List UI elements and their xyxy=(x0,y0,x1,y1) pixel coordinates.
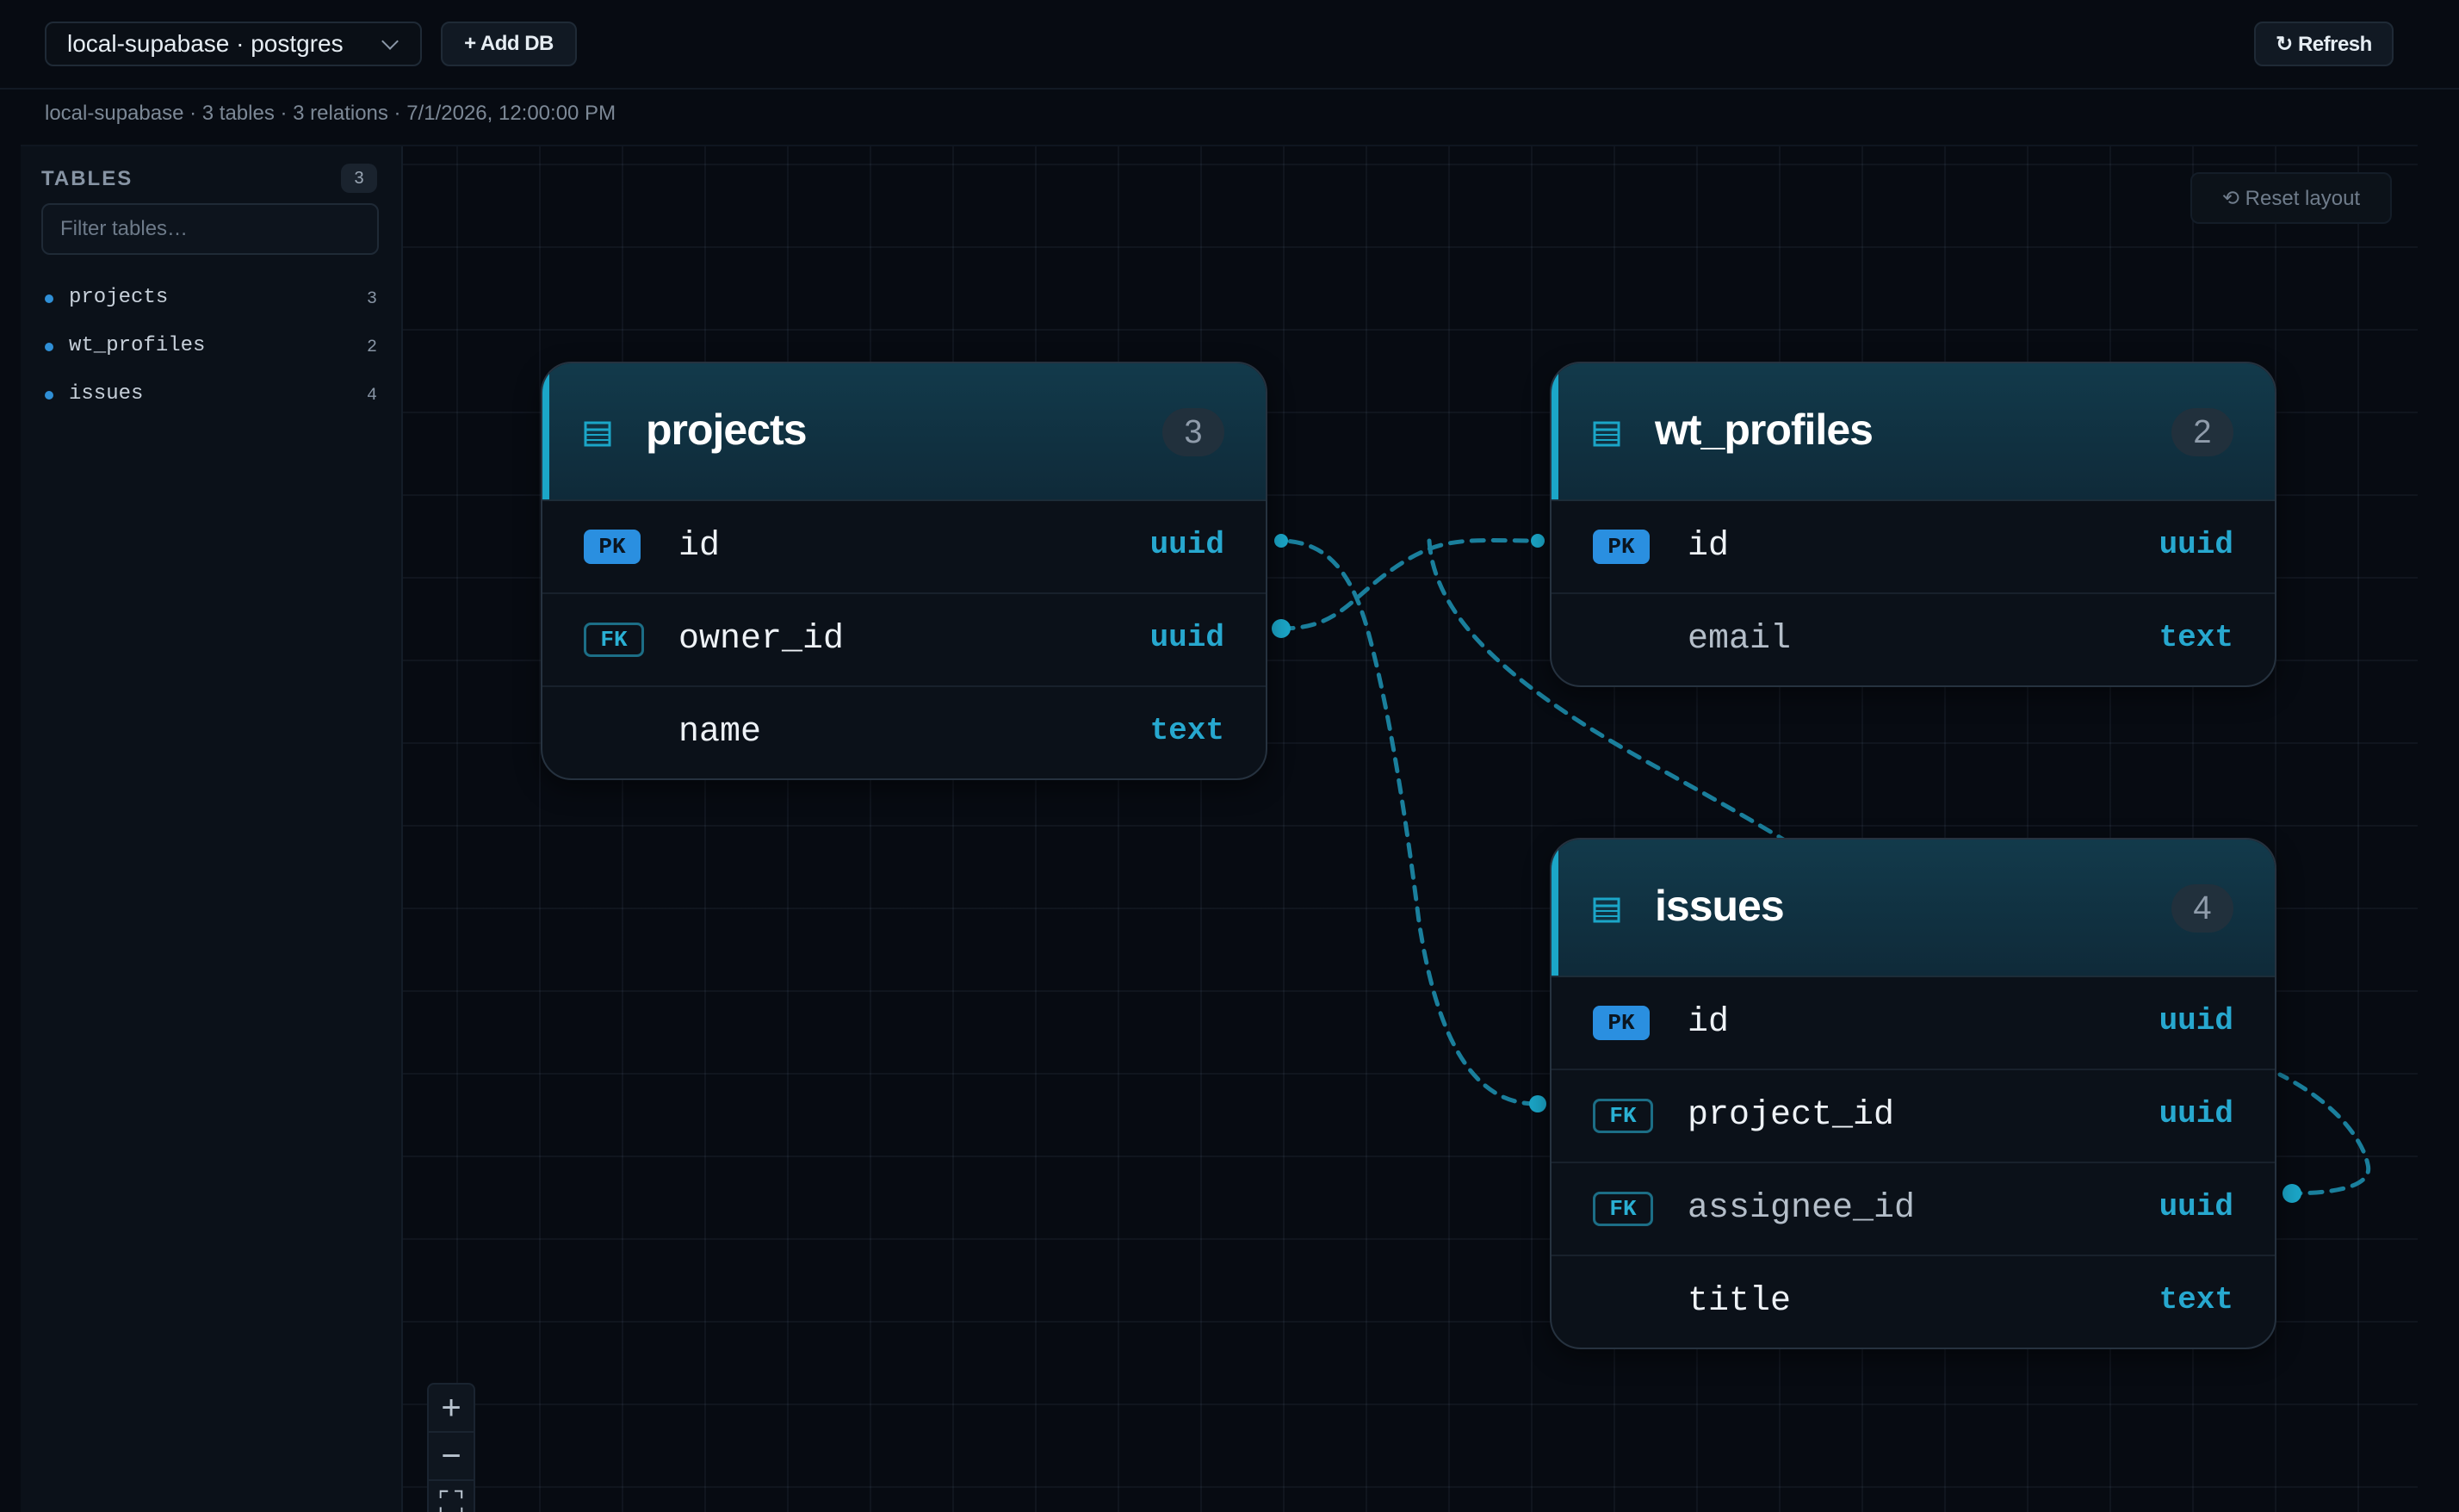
column-type: uuid xyxy=(1149,620,1224,655)
edge-endpoint xyxy=(1274,534,1288,548)
tables-sidebar: TABLES 3 projects 3 wt_profiles 2 issues… xyxy=(21,146,403,1512)
bullet-icon xyxy=(45,343,53,351)
edge-endpoint xyxy=(1272,619,1291,638)
column-row[interactable]: PK id uuid xyxy=(542,501,1266,594)
column-type: text xyxy=(1149,713,1224,748)
column-row[interactable]: PK id uuid xyxy=(1552,501,2275,594)
sidebar-item-label: projects xyxy=(69,286,169,309)
accent-bar xyxy=(542,363,549,499)
sidebar-item-count: 4 xyxy=(366,386,377,406)
table-count-badge: 3 xyxy=(341,164,377,193)
sidebar-item-count: 3 xyxy=(366,289,377,309)
top-toolbar: local-supabase · postgres + Add DB ↻ Ref… xyxy=(0,0,2459,90)
table-name: projects xyxy=(646,406,808,454)
table-name: issues xyxy=(1655,882,1785,930)
bullet-icon xyxy=(45,294,53,303)
column-type: text xyxy=(2159,620,2233,655)
column-row[interactable]: FK project_id uuid xyxy=(1552,1070,2275,1163)
edge-endpoint xyxy=(1529,1095,1546,1112)
foreign-key-badge: FK xyxy=(1593,1192,1653,1226)
status-line: local-supabase · 3 tables · 3 relations … xyxy=(45,102,616,125)
column-name: project_id xyxy=(1688,1096,1895,1135)
table-card-header[interactable]: projects 3 xyxy=(542,363,1266,501)
column-name: id xyxy=(1688,527,1730,566)
primary-key-badge: PK xyxy=(584,530,641,564)
edge-endpoint xyxy=(1531,534,1545,548)
relation-edge-issues-project-to-projects xyxy=(1277,538,1539,1106)
relation-edge-issues-assignee-tail xyxy=(2277,1072,2371,1196)
column-name: name xyxy=(678,713,762,752)
sidebar-item-issues[interactable]: issues 4 xyxy=(21,370,400,418)
primary-key-badge: PK xyxy=(1593,530,1650,564)
column-name: id xyxy=(678,527,721,566)
column-count-badge: 3 xyxy=(1162,408,1224,456)
filter-tables-input[interactable] xyxy=(41,203,379,255)
zoom-out-button[interactable]: − xyxy=(429,1433,474,1481)
foreign-key-badge: FK xyxy=(1593,1099,1653,1133)
zoom-in-button[interactable]: + xyxy=(429,1385,474,1433)
table-card-wt-profiles[interactable]: wt_profiles 2 PK id uuid email text xyxy=(1550,362,2276,687)
column-type: uuid xyxy=(1149,527,1224,562)
chevron-down-icon xyxy=(381,33,399,50)
primary-key-badge: PK xyxy=(1593,1006,1650,1040)
column-name: title xyxy=(1688,1282,1792,1321)
column-name: email xyxy=(1688,620,1792,659)
accent-bar xyxy=(1552,840,1558,976)
column-name: id xyxy=(1688,1003,1730,1042)
column-name: assignee_id xyxy=(1688,1189,1916,1228)
column-count-badge: 2 xyxy=(2171,408,2233,456)
add-db-button[interactable]: + Add DB xyxy=(441,22,577,66)
column-row[interactable]: FK owner_id uuid xyxy=(542,594,1266,687)
table-list: projects 3 wt_profiles 2 issues 4 xyxy=(21,274,400,418)
reset-layout-button[interactable]: ⟲ Reset layout xyxy=(2190,172,2392,224)
sidebar-item-projects[interactable]: projects 3 xyxy=(21,274,400,322)
table-card-projects[interactable]: projects 3 PK id uuid FK owner_id uuid n… xyxy=(541,362,1267,780)
fit-view-button[interactable]: ⛶ xyxy=(429,1481,474,1512)
table-icon xyxy=(584,421,611,447)
column-type: uuid xyxy=(2159,1189,2233,1224)
table-name: wt_profiles xyxy=(1655,406,1874,454)
foreign-key-badge: FK xyxy=(584,623,644,657)
sidebar-item-wt-profiles[interactable]: wt_profiles 2 xyxy=(21,322,400,370)
database-selector-label: local-supabase · postgres xyxy=(67,30,344,57)
sidebar-item-count: 2 xyxy=(366,338,377,357)
sidebar-title: TABLES xyxy=(41,167,133,190)
database-selector[interactable]: local-supabase · postgres xyxy=(45,22,422,66)
column-type: uuid xyxy=(2159,527,2233,562)
column-type: uuid xyxy=(2159,1003,2233,1038)
refresh-button[interactable]: ↻ Refresh xyxy=(2254,22,2394,66)
column-row[interactable]: FK assignee_id uuid xyxy=(1552,1163,2275,1256)
table-card-header[interactable]: issues 4 xyxy=(1552,840,2275,977)
app-root: local-supabase · postgres + Add DB ↻ Ref… xyxy=(0,0,2459,1512)
column-row[interactable]: email text xyxy=(1552,594,2275,685)
table-card-issues[interactable]: issues 4 PK id uuid FK project_id uuid F… xyxy=(1550,838,2276,1349)
table-card-header[interactable]: wt_profiles 2 xyxy=(1552,363,2275,501)
column-row[interactable]: PK id uuid xyxy=(1552,977,2275,1070)
table-icon xyxy=(1593,421,1620,447)
sidebar-item-label: wt_profiles xyxy=(69,334,206,357)
column-row[interactable]: title text xyxy=(1552,1256,2275,1348)
accent-bar xyxy=(1552,363,1558,499)
zoom-controls: + − ⛶ xyxy=(427,1383,475,1512)
column-type: text xyxy=(2159,1282,2233,1317)
column-name: owner_id xyxy=(678,620,845,659)
sidebar-item-label: issues xyxy=(69,382,144,406)
schema-canvas[interactable]: ⟲ Reset layout projects 3 PK id uuid FK … xyxy=(403,146,2418,1512)
table-icon xyxy=(1593,897,1620,923)
column-type: uuid xyxy=(2159,1096,2233,1131)
edge-endpoint xyxy=(2282,1184,2301,1203)
relation-edge-projects-owner-to-profiles xyxy=(1279,538,1540,631)
bullet-icon xyxy=(45,391,53,400)
column-row[interactable]: name text xyxy=(542,687,1266,778)
column-count-badge: 4 xyxy=(2171,884,2233,933)
